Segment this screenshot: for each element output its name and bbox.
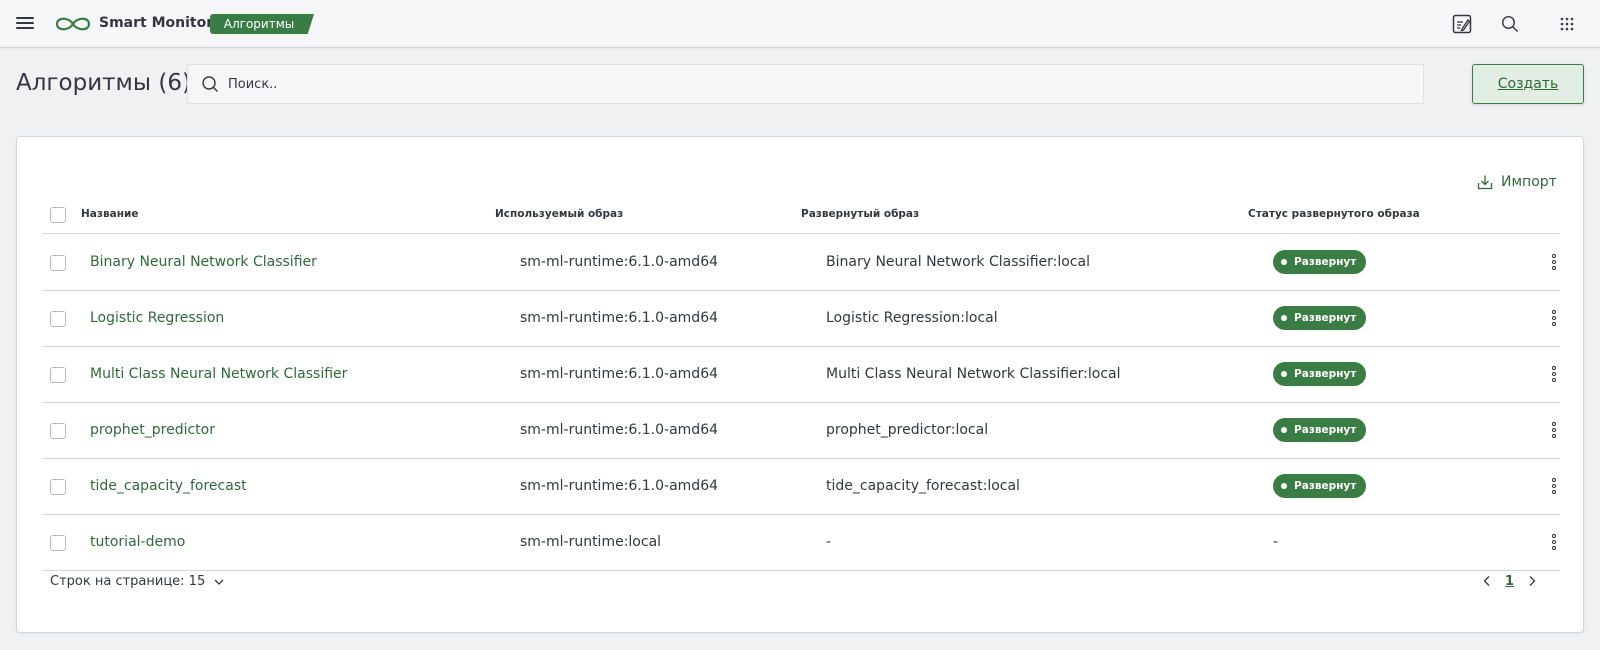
- used-image: sm-ml-runtime:local: [520, 534, 662, 550]
- search-input[interactable]: [228, 76, 1378, 92]
- column-header-status[interactable]: Статус развернутого образа: [1248, 208, 1420, 220]
- page-number[interactable]: 1: [1505, 574, 1514, 589]
- table-row: tutorial-demo sm-ml-runtime:local - -: [42, 514, 1560, 571]
- row-actions-vertical-dots-icon[interactable]: [1551, 532, 1557, 552]
- search-icon: [200, 74, 220, 94]
- row-actions-vertical-dots-icon[interactable]: [1551, 420, 1557, 440]
- search-bar[interactable]: [187, 64, 1424, 104]
- top-header: Smart Monitor Алгоритмы: [0, 0, 1600, 48]
- row-checkbox[interactable]: [50, 535, 66, 551]
- row-actions-vertical-dots-icon[interactable]: [1551, 252, 1557, 272]
- row-checkbox[interactable]: [50, 423, 66, 439]
- row-checkbox[interactable]: [50, 367, 66, 383]
- deployed-image: Logistic Regression:local: [826, 310, 998, 326]
- import-label: Импорт: [1501, 174, 1557, 190]
- used-image: sm-ml-runtime:6.1.0-amd64: [520, 366, 719, 382]
- row-checkbox[interactable]: [50, 311, 66, 327]
- algorithms-panel: Импорт Название Используемый образ Разве…: [16, 136, 1584, 633]
- row-actions-vertical-dots-icon[interactable]: [1551, 364, 1557, 384]
- chevron-right-icon[interactable]: [1522, 571, 1542, 591]
- algorithm-name-link[interactable]: Logistic Regression: [90, 310, 224, 326]
- row-checkbox[interactable]: [50, 255, 66, 271]
- pagination: 1: [1477, 571, 1542, 591]
- status-badge: Развернут: [1273, 306, 1367, 330]
- used-image: sm-ml-runtime:6.1.0-amd64: [520, 254, 719, 270]
- select-all-checkbox[interactable]: [50, 207, 66, 223]
- edit-note-icon[interactable]: [1450, 12, 1474, 36]
- status-badge: Развернут: [1273, 250, 1367, 274]
- status-badge: Развернут: [1273, 418, 1367, 442]
- column-header-image[interactable]: Используемый образ: [495, 208, 623, 220]
- create-button[interactable]: Создать: [1472, 64, 1584, 104]
- table-row: Multi Class Neural Network Classifier sm…: [42, 346, 1560, 403]
- used-image: sm-ml-runtime:6.1.0-amd64: [520, 478, 719, 494]
- status-dot-icon: [1281, 259, 1287, 265]
- rows-per-page-selector[interactable]: Строк на странице: 15: [50, 574, 225, 589]
- used-image: sm-ml-runtime:6.1.0-amd64: [520, 310, 719, 326]
- import-button[interactable]: Импорт: [1477, 171, 1557, 193]
- search-icon[interactable]: [1498, 12, 1522, 36]
- infinity-logo-icon[interactable]: [52, 14, 94, 34]
- import-icon: [1477, 174, 1493, 190]
- column-header-name[interactable]: Название: [81, 208, 138, 220]
- deployed-image: -: [826, 534, 832, 550]
- status-badge: Развернут: [1273, 362, 1367, 386]
- deployed-image: Binary Neural Network Classifier:local: [826, 254, 1090, 270]
- status-dot-icon: [1281, 371, 1287, 377]
- chevron-left-icon[interactable]: [1477, 571, 1497, 591]
- row-checkbox[interactable]: [50, 479, 66, 495]
- deployed-image: tide_capacity_forecast:local: [826, 478, 1020, 494]
- deployed-image: Multi Class Neural Network Classifier:lo…: [826, 366, 1121, 382]
- row-actions-vertical-dots-icon[interactable]: [1551, 308, 1557, 328]
- algorithm-name-link[interactable]: prophet_predictor: [90, 422, 215, 438]
- row-actions-vertical-dots-icon[interactable]: [1551, 476, 1557, 496]
- page-title: Алгоритмы (6): [16, 70, 191, 96]
- used-image: sm-ml-runtime:6.1.0-amd64: [520, 422, 719, 438]
- column-header-deployed[interactable]: Развернутый образ: [801, 208, 919, 220]
- table-row: tide_capacity_forecast sm-ml-runtime:6.1…: [42, 458, 1560, 515]
- status-dot-icon: [1281, 315, 1287, 321]
- rows-per-page-label: Строк на странице: 15: [50, 574, 206, 589]
- algorithm-name-link[interactable]: tutorial-demo: [90, 534, 185, 550]
- deployed-image: prophet_predictor:local: [826, 422, 989, 438]
- status-dot-icon: [1281, 483, 1287, 489]
- chevron-down-icon: [213, 576, 225, 588]
- table-row: prophet_predictor sm-ml-runtime:6.1.0-am…: [42, 402, 1560, 459]
- algorithm-name-link[interactable]: Multi Class Neural Network Classifier: [90, 366, 347, 382]
- algorithm-name-link[interactable]: tide_capacity_forecast: [90, 478, 247, 494]
- app-name[interactable]: Smart Monitor: [99, 15, 213, 31]
- hamburger-menu-icon[interactable]: [16, 14, 34, 34]
- table-row: Logistic Regression sm-ml-runtime:6.1.0-…: [42, 290, 1560, 347]
- status-badge: Развернут: [1273, 474, 1367, 498]
- status-empty: -: [1273, 534, 1279, 550]
- status-dot-icon: [1281, 427, 1287, 433]
- apps-grid-icon[interactable]: [1555, 12, 1579, 36]
- breadcrumb-algorithms[interactable]: Алгоритмы: [210, 14, 314, 34]
- table-row: Binary Neural Network Classifier sm-ml-r…: [42, 234, 1560, 291]
- algorithm-name-link[interactable]: Binary Neural Network Classifier: [90, 254, 317, 270]
